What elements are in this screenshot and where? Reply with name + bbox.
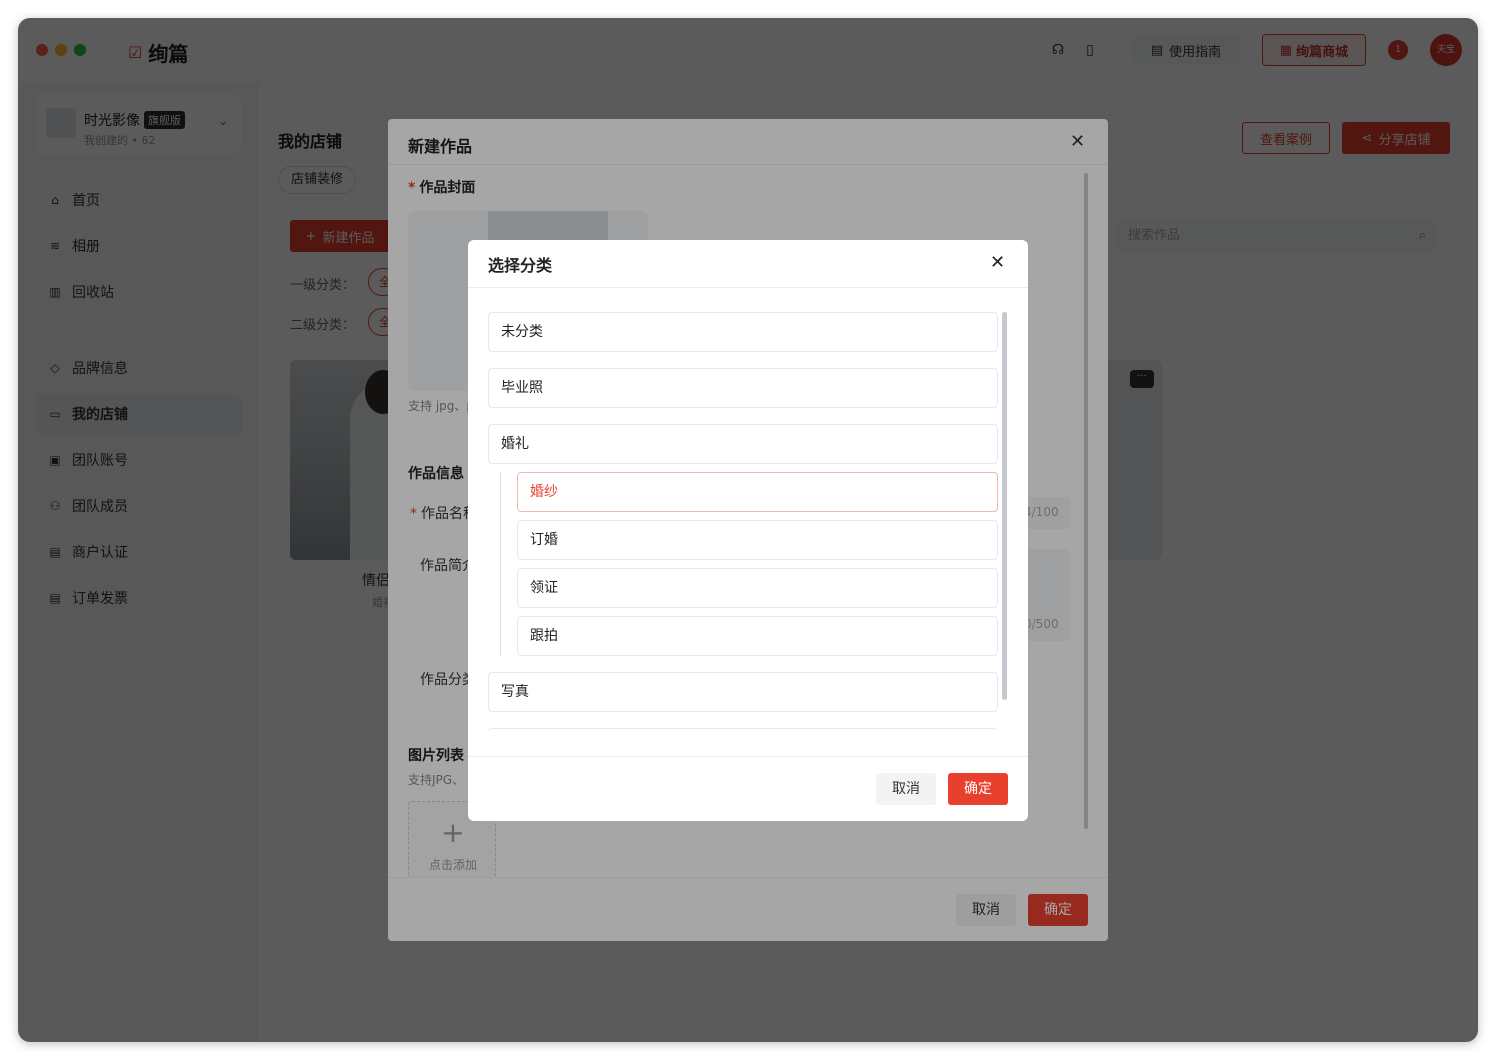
category-item-partial[interactable]: [488, 728, 998, 730]
tree-line: [500, 472, 501, 656]
dialog-title: 选择分类: [488, 256, 553, 275]
app-window: ☑ 绚篇 ☊ ▯ ▤ 使用指南 ▦ 绚篇商城 1 天宝 时光影像 旗舰版 我创建…: [18, 18, 1478, 1042]
category-dialog: 选择分类 ✕ 未分类 毕业照 婚礼 婚纱 订婚 领证 跟拍 写真 取消 确定: [468, 240, 1028, 821]
category-item[interactable]: 未分类: [488, 312, 998, 352]
subcategory-item-selected[interactable]: 婚纱: [517, 472, 998, 512]
cancel-button[interactable]: 取消: [876, 773, 936, 805]
scrollbar[interactable]: [1002, 312, 1007, 700]
category-list: 未分类 毕业照 婚礼 婚纱 订婚 领证 跟拍 写真: [468, 288, 1028, 730]
subcategory-item[interactable]: 跟拍: [517, 616, 998, 656]
dialog-header: 选择分类 ✕: [468, 240, 1028, 288]
subcategory-item[interactable]: 订婚: [517, 520, 998, 560]
category-item[interactable]: 写真: [488, 672, 998, 712]
category-item[interactable]: 毕业照: [488, 368, 998, 408]
category-item[interactable]: 婚礼: [488, 424, 998, 464]
close-icon[interactable]: ✕: [990, 252, 1005, 273]
subcategory-item[interactable]: 领证: [517, 568, 998, 608]
dialog-footer: 取消 确定: [468, 756, 1028, 821]
confirm-button[interactable]: 确定: [948, 773, 1008, 805]
